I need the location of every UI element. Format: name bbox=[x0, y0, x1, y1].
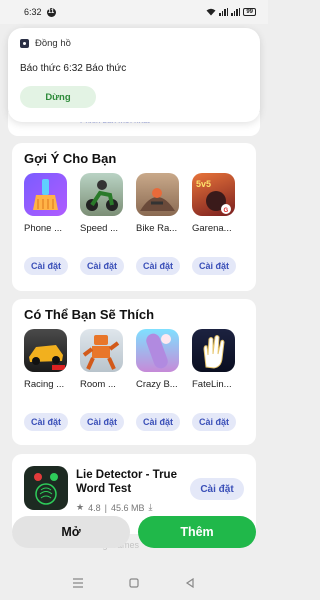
suggested-section: Gợi Ý Cho Bạn Phone ... Speed ... Bike R… bbox=[12, 143, 256, 291]
wifi-icon bbox=[206, 8, 216, 16]
alarm-notification[interactable]: Đồng hồ Báo thức 6:32 Báo thức Dừng bbox=[8, 28, 260, 122]
signal-icon bbox=[219, 8, 229, 16]
app-name: Garena... bbox=[192, 223, 232, 234]
may-like-app-3[interactable]: Crazy B... bbox=[136, 329, 188, 390]
app-name: Crazy B... bbox=[136, 379, 178, 390]
back-icon[interactable] bbox=[180, 573, 200, 593]
install-button[interactable]: Cài đặt bbox=[80, 413, 124, 431]
install-button[interactable]: Cài đặt bbox=[80, 257, 124, 275]
featured-app-title: Lie Detector - True Word Test bbox=[76, 469, 177, 495]
may-like-app-4[interactable]: FateLin... bbox=[192, 329, 244, 390]
app-name: Phone ... bbox=[24, 223, 63, 234]
install-button[interactable]: Cài đặt bbox=[24, 413, 68, 431]
home-icon[interactable] bbox=[124, 573, 144, 593]
app-name: Bike Ra... bbox=[136, 223, 178, 234]
crazy-ball-app-icon bbox=[136, 329, 179, 372]
room-robot-app-icon bbox=[80, 329, 123, 372]
star-icon: ★ bbox=[76, 502, 85, 512]
svg-text:5v5: 5v5 bbox=[196, 179, 211, 189]
may-like-app-1[interactable]: Racing ... bbox=[24, 329, 76, 390]
app-name: Room ... bbox=[80, 379, 116, 390]
install-button[interactable]: Cài đặt bbox=[136, 257, 180, 275]
menu-icon[interactable] bbox=[68, 573, 88, 593]
status-bar: 6:32 11 99 bbox=[0, 0, 268, 24]
battery-icon: 99 bbox=[243, 8, 256, 16]
install-button[interactable]: Cài đặt bbox=[136, 413, 180, 431]
featured-rating: 4.8 bbox=[88, 502, 101, 513]
notification-body: Báo thức 6:32 Báo thức bbox=[20, 63, 127, 74]
notification-app-name: Đồng hồ bbox=[35, 38, 71, 49]
divider: | bbox=[104, 502, 107, 513]
install-button[interactable]: Cài đặt bbox=[192, 257, 236, 275]
featured-install-button[interactable]: Cài đặt bbox=[190, 478, 244, 500]
suggested-title: Gợi Ý Cho Bạn bbox=[24, 151, 117, 166]
stop-alarm-button[interactable]: Dừng bbox=[20, 86, 96, 108]
featured-app-meta: ★ 4.8 | 45.6 MB ⤓ bbox=[76, 502, 152, 513]
fateline-palm-app-icon bbox=[192, 329, 235, 372]
featured-size: 45.6 MB bbox=[110, 502, 145, 513]
svg-text:G: G bbox=[224, 208, 229, 214]
bike-race-app-icon bbox=[136, 173, 179, 216]
app-name: Racing ... bbox=[24, 379, 65, 390]
app-name: Speed ... bbox=[80, 223, 119, 234]
may-like-title: Có Thể Bạn Sẽ Thích bbox=[24, 307, 155, 322]
open-button[interactable]: Mở bbox=[12, 516, 130, 548]
add-button[interactable]: Thêm bbox=[138, 516, 256, 548]
may-like-section: Có Thể Bạn Sẽ Thích Racing ... Room ... … bbox=[12, 299, 256, 445]
signal-icon-2 bbox=[231, 8, 241, 16]
notification-count-badge: 11 bbox=[46, 7, 56, 17]
suggested-app-2[interactable]: Speed ... bbox=[80, 173, 132, 234]
suggested-app-3[interactable]: Bike Ra... bbox=[136, 173, 188, 234]
speed-moto-app-icon bbox=[80, 173, 123, 216]
garena-app-icon: 5v5 G bbox=[192, 173, 235, 216]
racing-car-app-icon bbox=[24, 329, 67, 372]
phone-cleaner-app-icon bbox=[24, 173, 67, 216]
install-button[interactable]: Cài đặt bbox=[192, 413, 236, 431]
system-nav-bar bbox=[0, 566, 268, 600]
suggested-app-4[interactable]: 5v5 G Garena... bbox=[192, 173, 244, 234]
lie-detector-app-icon bbox=[24, 466, 68, 510]
clock-app-icon bbox=[20, 39, 29, 48]
suggested-app-1[interactable]: Phone ... bbox=[24, 173, 76, 234]
may-like-app-2[interactable]: Room ... bbox=[80, 329, 132, 390]
app-name: FateLin... bbox=[192, 379, 232, 390]
status-time: 6:32 bbox=[24, 7, 42, 17]
install-button[interactable]: Cài đặt bbox=[24, 257, 68, 275]
download-icon: ⤓ bbox=[148, 502, 153, 512]
